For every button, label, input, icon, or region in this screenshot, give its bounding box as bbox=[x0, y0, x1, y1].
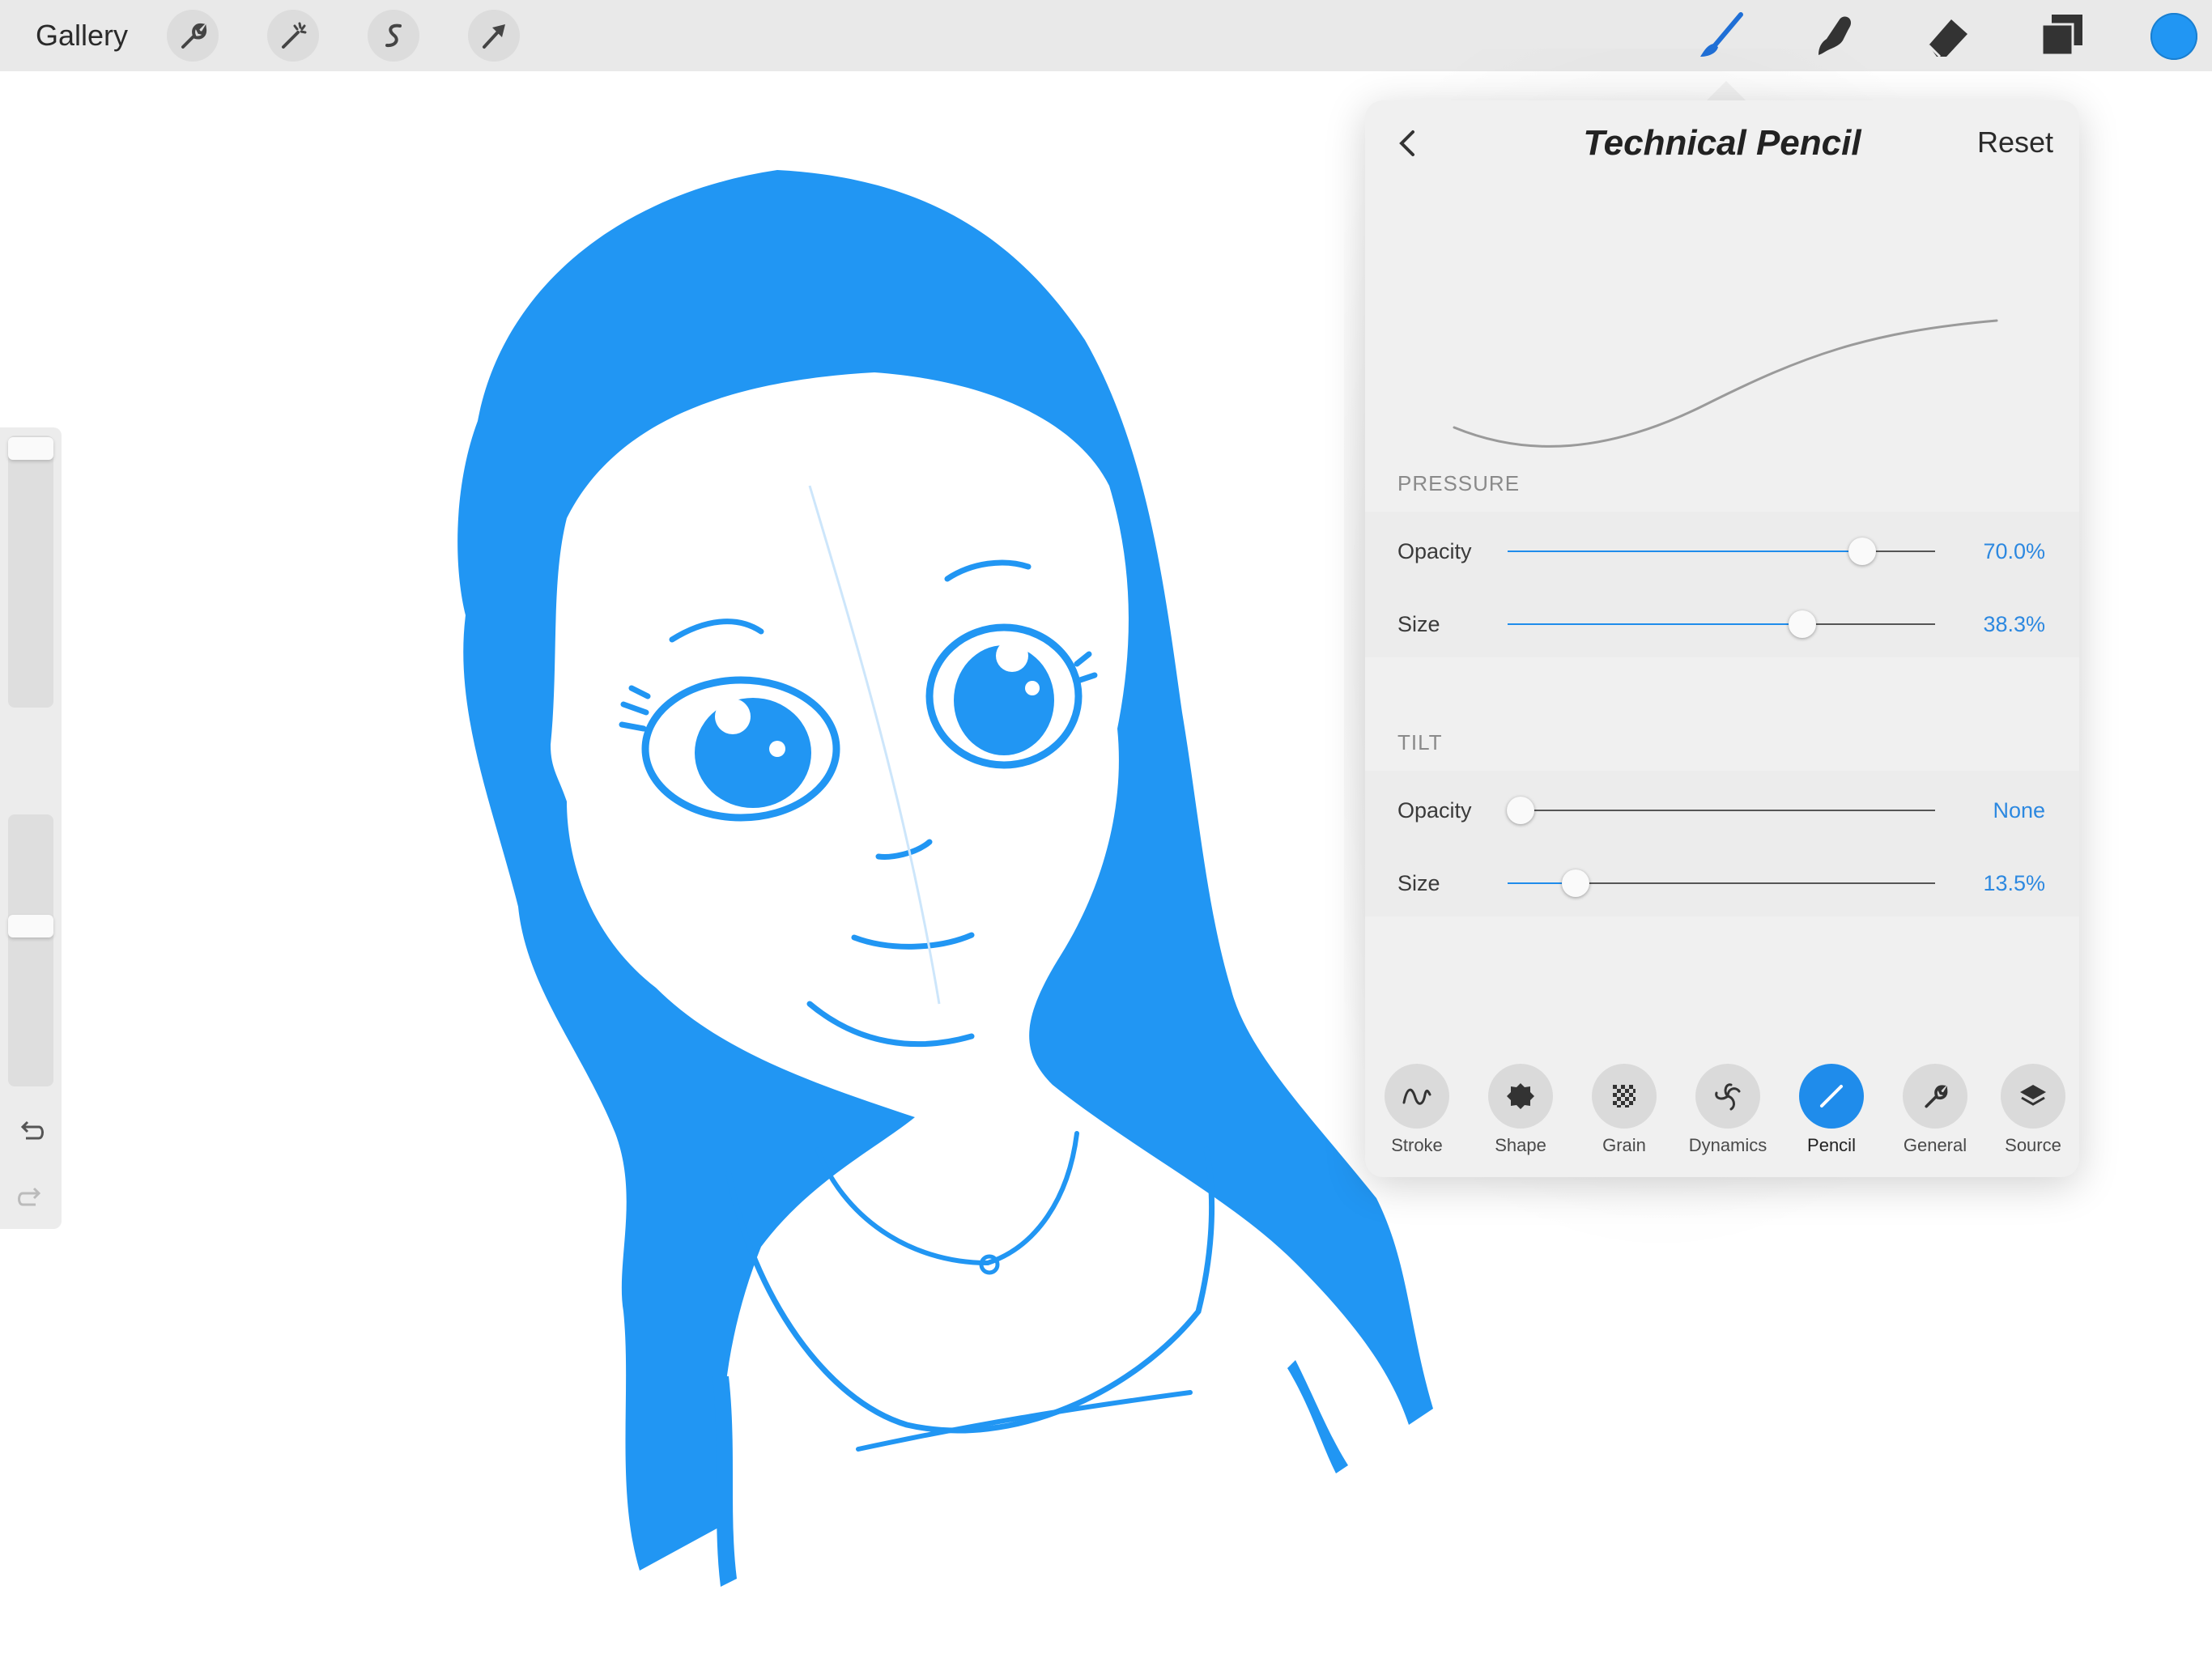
color-picker-button[interactable] bbox=[2150, 13, 2197, 60]
brush-size-thumb[interactable] bbox=[8, 437, 53, 460]
adjustments-button[interactable] bbox=[267, 10, 319, 62]
selection-s-icon bbox=[385, 23, 402, 48]
tab-grain-label: Grain bbox=[1602, 1135, 1646, 1155]
pressure-size-label: Size bbox=[1397, 612, 1440, 636]
pressure-size-value: 38.3% bbox=[1983, 612, 2045, 636]
tab-general[interactable]: General bbox=[1883, 1064, 1987, 1156]
shape-blob-icon bbox=[1507, 1083, 1534, 1109]
tab-source-label: Source bbox=[2005, 1135, 2061, 1155]
panel-pointer bbox=[1705, 81, 1747, 102]
magic-wand-icon bbox=[282, 22, 307, 49]
tilt-opacity-thumb[interactable] bbox=[1506, 797, 1534, 824]
brush-settings-panel: Technical Pencil Reset PRESSURE Opacity … bbox=[1365, 100, 2079, 1177]
tilt-group: Opacity None Size 13.5% bbox=[1365, 771, 2079, 916]
hair-strand-right bbox=[1287, 1360, 1348, 1473]
pressure-opacity-slider[interactable] bbox=[1508, 538, 1935, 565]
reset-button[interactable]: Reset bbox=[1977, 123, 2053, 162]
redo-button[interactable] bbox=[13, 1180, 49, 1216]
right-eye-highlight-small bbox=[1025, 681, 1040, 695]
jaw-line bbox=[806, 1001, 975, 1048]
pressure-group: Opacity 70.0% Size 38.3% bbox=[1365, 512, 2079, 657]
brush-title: Technical Pencil bbox=[1583, 123, 1861, 163]
pressure-size-slider[interactable] bbox=[1508, 610, 1935, 638]
pencil-line-icon bbox=[1820, 1085, 1843, 1107]
pressure-size-thumb[interactable] bbox=[1789, 610, 1817, 638]
right-eye-highlight bbox=[996, 640, 1028, 672]
tilt-size-slider[interactable] bbox=[1508, 869, 1935, 897]
mouth bbox=[851, 932, 975, 950]
tab-pencil[interactable]: Pencil bbox=[1780, 1064, 1883, 1156]
redo-arrow-icon bbox=[18, 1187, 41, 1206]
face-guide-line bbox=[808, 485, 941, 1005]
left-eye-highlight-small bbox=[769, 741, 785, 757]
move-arrow-icon bbox=[483, 24, 505, 49]
stroke-preview bbox=[1453, 319, 1998, 448]
left-eye-highlight bbox=[715, 699, 751, 734]
pressure-section-label: PRESSURE bbox=[1397, 471, 1521, 495]
wrench-icon bbox=[181, 23, 207, 49]
pressure-opacity-fill bbox=[1508, 551, 1863, 552]
tilt-opacity-label: Opacity bbox=[1397, 798, 1472, 823]
brush-opacity-slider[interactable] bbox=[8, 814, 53, 1086]
left-lashes bbox=[619, 685, 651, 732]
left-eyebrow bbox=[669, 619, 764, 643]
selection-button[interactable] bbox=[368, 10, 419, 62]
undo-arrow-icon bbox=[20, 1120, 44, 1140]
brush-size-slider[interactable] bbox=[8, 436, 53, 708]
pressure-opacity-value: 70.0% bbox=[1983, 539, 2045, 563]
tilt-size-label: Size bbox=[1397, 871, 1440, 895]
general-wrench-icon bbox=[1925, 1085, 1948, 1108]
tab-grain[interactable]: Grain bbox=[1572, 1064, 1676, 1156]
tilt-size-thumb[interactable] bbox=[1562, 869, 1590, 897]
tilt-opacity-slider[interactable] bbox=[1506, 797, 1935, 824]
hair-shape bbox=[457, 170, 1433, 1571]
stroke-wave-icon bbox=[1402, 1088, 1431, 1105]
tab-stroke-label: Stroke bbox=[1391, 1135, 1443, 1155]
tab-pencil-label: Pencil bbox=[1807, 1135, 1856, 1155]
brush-opacity-thumb[interactable] bbox=[8, 915, 53, 937]
right-lashes bbox=[1074, 651, 1098, 683]
transform-button[interactable] bbox=[468, 10, 520, 62]
left-iris bbox=[695, 698, 811, 808]
tilt-section-label: TILT bbox=[1397, 730, 1443, 755]
right-eyebrow bbox=[944, 559, 1032, 582]
pressure-size-fill bbox=[1508, 623, 1803, 625]
gallery-button[interactable]: Gallery bbox=[36, 18, 128, 53]
left-sidebar bbox=[0, 427, 62, 1229]
grain-checker-icon bbox=[1613, 1085, 1636, 1107]
tab-dynamics[interactable]: Dynamics bbox=[1676, 1064, 1780, 1156]
tab-shape-label: Shape bbox=[1495, 1135, 1546, 1155]
tab-shape[interactable]: Shape bbox=[1469, 1064, 1572, 1156]
tilt-opacity-value: None bbox=[1993, 798, 2045, 823]
tab-general-label: General bbox=[1903, 1135, 1967, 1155]
nose bbox=[875, 839, 933, 860]
actions-wrench-button[interactable] bbox=[167, 10, 219, 62]
tilt-size-value: 13.5% bbox=[1983, 871, 2045, 895]
tab-source[interactable]: Source bbox=[1987, 1064, 2079, 1156]
tab-dynamics-label: Dynamics bbox=[1688, 1135, 1767, 1155]
source-layers-icon bbox=[2020, 1085, 2046, 1106]
pressure-opacity-thumb[interactable] bbox=[1848, 538, 1877, 565]
undo-button[interactable] bbox=[13, 1114, 49, 1150]
tab-stroke[interactable]: Stroke bbox=[1365, 1064, 1469, 1156]
dynamics-swirl-icon bbox=[1715, 1083, 1741, 1111]
pressure-opacity-label: Opacity bbox=[1397, 539, 1472, 563]
brush-studio-tabs: Stroke Shape Grain Dynamics Pencil Gener… bbox=[1365, 1064, 2079, 1169]
